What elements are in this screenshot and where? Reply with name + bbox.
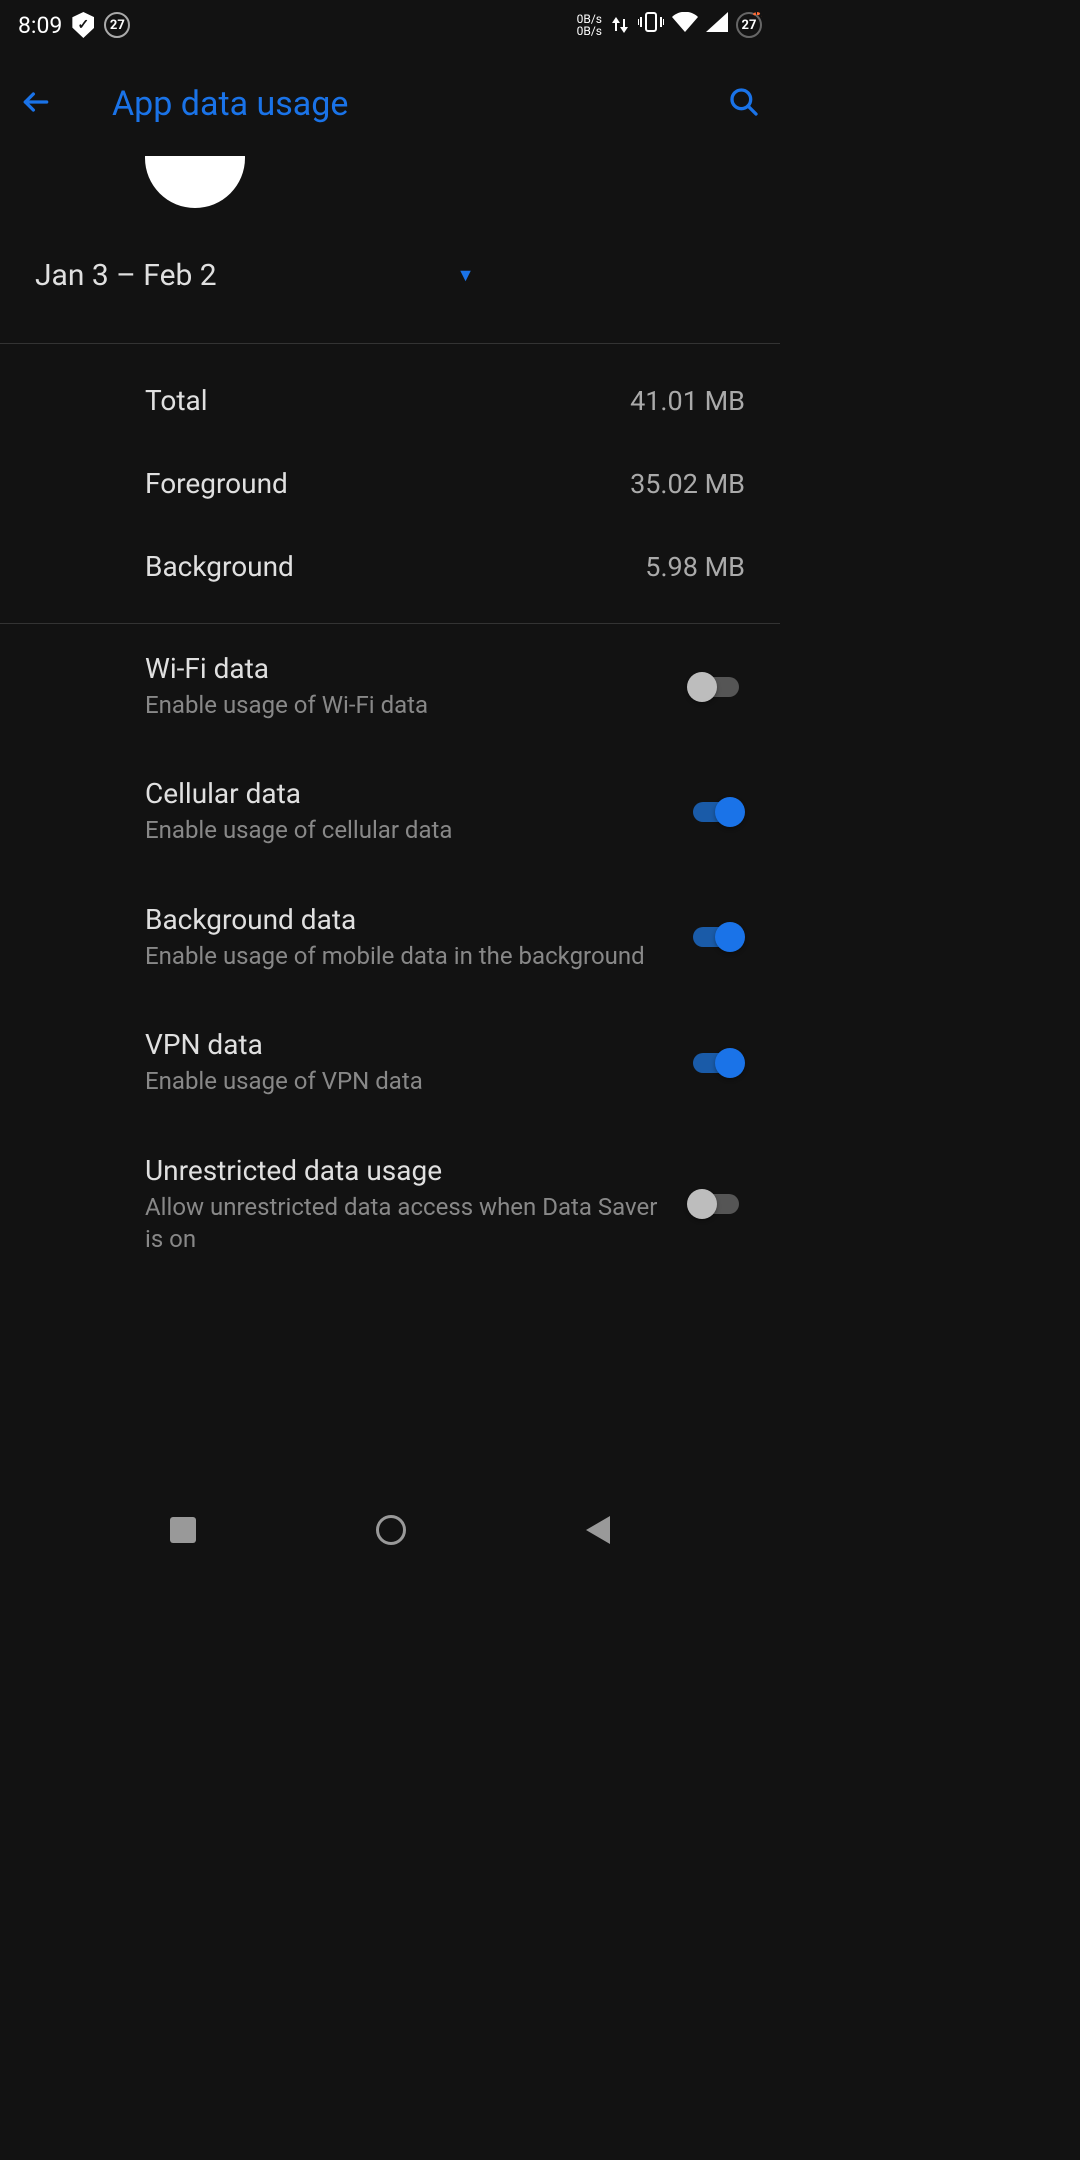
- toggle-subtitle: Allow unrestricted data access when Data…: [145, 1191, 667, 1256]
- cellular-signal-icon: [706, 12, 728, 38]
- nav-recent-button[interactable]: [170, 1517, 196, 1543]
- stat-value: 41.01 MB: [630, 385, 745, 417]
- date-range-text: Jan 3 – Feb 2: [35, 258, 217, 293]
- toggle-switch-wifi[interactable]: [687, 672, 745, 702]
- navigation-bar: [0, 1500, 780, 1560]
- data-arrows-icon: [610, 13, 630, 37]
- page-title: App data usage: [112, 84, 668, 124]
- toggle-subtitle: Enable usage of mobile data in the backg…: [145, 940, 667, 972]
- shield-check-icon: [72, 12, 94, 38]
- toggle-switch-vpn[interactable]: [687, 1048, 745, 1078]
- status-time: 8:09: [18, 12, 62, 39]
- toggle-row-wifi[interactable]: Wi-Fi data Enable usage of Wi-Fi data: [0, 624, 780, 749]
- stat-label: Total: [145, 384, 208, 417]
- toggle-title: Unrestricted data usage: [145, 1154, 667, 1187]
- toggle-title: Background data: [145, 903, 667, 936]
- date-range-selector[interactable]: Jan 3 – Feb 2 ▼: [0, 218, 780, 343]
- toggle-title: Cellular data: [145, 777, 667, 810]
- stat-label: Background: [145, 550, 294, 583]
- app-header-area: [0, 158, 780, 218]
- toggle-subtitle: Enable usage of Wi-Fi data: [145, 689, 667, 721]
- status-bar-left: 8:09 27: [18, 12, 130, 39]
- back-button[interactable]: [20, 86, 52, 122]
- toggle-row-unrestricted[interactable]: Unrestricted data usage Allow unrestrict…: [0, 1126, 780, 1284]
- toggle-title: VPN data: [145, 1028, 667, 1061]
- search-button[interactable]: [728, 86, 760, 122]
- notification-badge-icon: 27: [104, 12, 130, 38]
- stat-row-total: Total 41.01 MB: [0, 359, 780, 442]
- toggle-row-vpn[interactable]: VPN data Enable usage of VPN data: [0, 1000, 780, 1125]
- toggle-switch-background[interactable]: [687, 922, 745, 952]
- usage-stats-section: Total 41.01 MB Foreground 35.02 MB Backg…: [0, 344, 780, 623]
- stat-row-background: Background 5.98 MB: [0, 525, 780, 608]
- status-bar: 8:09 27 0B/s 0B/s 27: [0, 0, 780, 50]
- nav-back-button[interactable]: [586, 1516, 610, 1544]
- toggle-row-cellular[interactable]: Cellular data Enable usage of cellular d…: [0, 749, 780, 874]
- toggle-subtitle: Enable usage of cellular data: [145, 814, 667, 846]
- stat-value: 35.02 MB: [630, 468, 745, 500]
- toggle-subtitle: Enable usage of VPN data: [145, 1065, 667, 1097]
- vibrate-icon: [638, 11, 664, 39]
- stat-label: Foreground: [145, 467, 288, 500]
- status-bar-right: 0B/s 0B/s 27: [577, 11, 762, 39]
- stat-value: 5.98 MB: [645, 551, 745, 583]
- battery-badge-icon: 27: [736, 12, 762, 38]
- dropdown-arrow-icon: ▼: [457, 265, 475, 286]
- toggle-settings-section: Wi-Fi data Enable usage of Wi-Fi data Ce…: [0, 624, 780, 1283]
- toggle-switch-cellular[interactable]: [687, 797, 745, 827]
- toggle-title: Wi-Fi data: [145, 652, 667, 685]
- nav-home-button[interactable]: [376, 1515, 406, 1545]
- app-bar: App data usage: [0, 50, 780, 158]
- toggle-row-background[interactable]: Background data Enable usage of mobile d…: [0, 875, 780, 1000]
- toggle-switch-unrestricted[interactable]: [687, 1189, 745, 1219]
- data-speed-indicator: 0B/s 0B/s: [577, 13, 602, 37]
- wifi-icon: [672, 12, 698, 38]
- stat-row-foreground: Foreground 35.02 MB: [0, 442, 780, 525]
